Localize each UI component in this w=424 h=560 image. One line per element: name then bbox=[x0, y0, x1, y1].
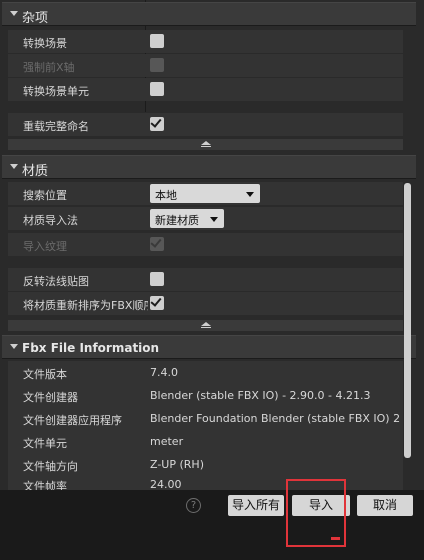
check-icon bbox=[150, 295, 162, 307]
advanced-toggle-misc[interactable] bbox=[8, 139, 403, 150]
label-force-front-x-axis: 强制前X轴 bbox=[23, 61, 75, 74]
section-header-misc[interactable]: 杂项 bbox=[2, 2, 416, 26]
checkbox-reorder-material[interactable] bbox=[150, 295, 164, 310]
label-convert-scene: 转换场景 bbox=[23, 37, 67, 50]
collapse-triangle-icon[interactable] bbox=[10, 11, 18, 16]
dropdown-value-material-import-method: 新建材质 bbox=[155, 214, 199, 227]
check-icon bbox=[150, 236, 162, 248]
row-file-axis-direction: 文件轴方向 Z-UP (RH) bbox=[8, 453, 403, 476]
advanced-underline-icon bbox=[201, 146, 211, 147]
dropdown-search-location[interactable]: 本地 bbox=[150, 184, 260, 203]
vertical-scrollbar-thumb[interactable] bbox=[404, 183, 411, 458]
collapse-triangle-icon[interactable] bbox=[10, 344, 18, 349]
row-convert-scene: 转换场景 bbox=[8, 30, 403, 53]
row-material-import-method: 材质导入法 新建材质 bbox=[8, 207, 403, 230]
label-file-creator: 文件创建器 bbox=[23, 391, 78, 404]
label-file-creator-app: 文件创建器应用程序 bbox=[23, 414, 122, 427]
label-convert-scene-unit: 转换场景单元 bbox=[23, 85, 89, 98]
checkbox-force-front-x-axis bbox=[150, 58, 164, 72]
label-file-version: 文件版本 bbox=[23, 368, 67, 381]
annotation-mark bbox=[331, 537, 340, 540]
label-search-location: 搜索位置 bbox=[23, 189, 67, 202]
row-import-textures: 导入纹理 bbox=[8, 233, 403, 256]
value-file-version: 7.4.0 bbox=[150, 366, 178, 379]
dropdown-value-search-location: 本地 bbox=[155, 189, 177, 202]
row-search-location: 搜索位置 本地 bbox=[8, 182, 403, 205]
checkbox-convert-scene[interactable] bbox=[150, 34, 164, 48]
section-header-fbx-info[interactable]: Fbx File Information bbox=[2, 335, 416, 359]
checkbox-invert-normal-map[interactable] bbox=[150, 272, 164, 286]
label-material-import-method: 材质导入法 bbox=[23, 214, 78, 227]
value-file-creator-app: Blender Foundation Blender (stable FBX I… bbox=[150, 412, 400, 425]
row-reload-full-name: 重载完整命名 bbox=[8, 113, 403, 136]
advanced-up-arrow-icon bbox=[201, 322, 211, 326]
row-force-front-x-axis: 强制前X轴 bbox=[8, 54, 403, 77]
section-header-material[interactable]: 材质 bbox=[2, 155, 416, 179]
dropdown-arrow-icon bbox=[210, 217, 218, 222]
value-file-frame-rate: 24.00 bbox=[150, 478, 182, 490]
row-convert-scene-unit: 转换场景单元 bbox=[8, 78, 403, 101]
help-icon[interactable]: ? bbox=[186, 498, 201, 513]
label-file-unit: 文件单元 bbox=[23, 437, 67, 450]
section-title-fbx-info: Fbx File Information bbox=[22, 341, 160, 355]
label-file-frame-rate: 文件帧率 bbox=[23, 480, 67, 490]
import-all-button[interactable]: 导入所有 bbox=[228, 495, 284, 516]
advanced-toggle-material[interactable] bbox=[8, 320, 403, 331]
section-title-misc: 杂项 bbox=[22, 11, 49, 26]
row-file-version: 文件版本 7.4.0 bbox=[8, 361, 403, 384]
label-reload-full-name: 重载完整命名 bbox=[23, 120, 89, 133]
details-panel: 杂项 转换场景 强制前X轴 转换场景单元 重载完整命名 材质 搜索位置 本地 材… bbox=[0, 0, 424, 490]
label-invert-normal-map: 反转法线贴图 bbox=[23, 275, 89, 288]
label-import-textures: 导入纹理 bbox=[23, 240, 67, 253]
advanced-up-arrow-icon bbox=[201, 141, 211, 145]
checkbox-convert-scene-unit[interactable] bbox=[150, 82, 164, 96]
label-reorder-material: 将材质重新排序为FBX顺序 bbox=[23, 299, 148, 312]
value-file-axis-direction: Z-UP (RH) bbox=[150, 458, 204, 471]
row-invert-normal-map: 反转法线贴图 bbox=[8, 268, 403, 291]
check-icon bbox=[150, 116, 162, 128]
value-file-unit: meter bbox=[150, 435, 184, 448]
section-title-material: 材质 bbox=[22, 164, 49, 179]
dropdown-arrow-icon bbox=[246, 192, 254, 197]
checkbox-reload-full-name[interactable] bbox=[150, 116, 164, 131]
dropdown-material-import-method[interactable]: 新建材质 bbox=[150, 209, 224, 228]
advanced-underline-icon bbox=[201, 327, 211, 328]
cancel-button[interactable]: 取消 bbox=[357, 495, 413, 516]
checkbox-import-textures bbox=[150, 236, 164, 251]
label-file-axis-direction: 文件轴方向 bbox=[23, 460, 78, 473]
row-file-creator-app: 文件创建器应用程序 Blender Foundation Blender (st… bbox=[8, 407, 403, 430]
value-file-creator: Blender (stable FBX IO) - 2.90.0 - 4.21.… bbox=[150, 389, 371, 402]
row-reorder-material: 将材质重新排序为FBX顺序 bbox=[8, 292, 403, 315]
collapse-triangle-icon[interactable] bbox=[10, 164, 18, 169]
row-file-unit: 文件单元 meter bbox=[8, 430, 403, 453]
row-file-creator: 文件创建器 Blender (stable FBX IO) - 2.90.0 -… bbox=[8, 384, 403, 407]
